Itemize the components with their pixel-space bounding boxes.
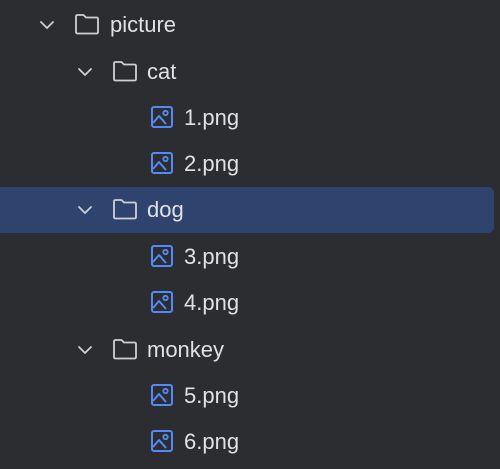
tree-item-file[interactable]: 1.png: [0, 95, 500, 141]
tree-item-label: cat: [147, 59, 177, 84]
project-tree: picture cat 1.png 2.png dog 3.png 4.png …: [0, 0, 500, 469]
tree-item-label: 2.png: [184, 151, 240, 176]
tree-item-label: 5.png: [184, 383, 240, 408]
image-file-icon: [151, 245, 173, 267]
tree-item-label: 4.png: [184, 290, 240, 315]
tree-item-file[interactable]: 6.png: [0, 419, 500, 465]
tree-item-label: 3.png: [184, 244, 240, 269]
chevron-down-icon[interactable]: [76, 201, 94, 219]
tree-item-dog[interactable]: dog: [0, 187, 500, 233]
image-file-icon: [151, 384, 173, 406]
selection-highlight: [0, 187, 494, 233]
folder-icon: [113, 339, 137, 360]
tree-item-file[interactable]: 4.png: [0, 280, 500, 326]
tree-item-label: picture: [110, 12, 177, 37]
tree-item-monkey[interactable]: monkey: [0, 327, 500, 373]
image-file-icon: [151, 106, 173, 128]
chevron-down-icon[interactable]: [76, 341, 94, 359]
tree-item-file[interactable]: 2.png: [0, 141, 500, 187]
folder-icon: [113, 61, 137, 82]
tree-item-cat[interactable]: cat: [0, 49, 500, 95]
tree-item-label: 1.png: [184, 105, 240, 130]
tree-item-file[interactable]: 3.png: [0, 234, 500, 280]
image-file-icon: [151, 291, 173, 313]
chevron-down-icon[interactable]: [76, 63, 94, 81]
tree-item-label: monkey: [147, 337, 225, 362]
tree-item-label: 6.png: [184, 429, 240, 454]
tree-item-file[interactable]: 5.png: [0, 373, 500, 419]
image-file-icon: [151, 430, 173, 452]
folder-icon: [75, 14, 99, 35]
image-file-icon: [151, 152, 173, 174]
folder-icon: [113, 199, 137, 220]
chevron-down-icon[interactable]: [38, 16, 56, 34]
tree-item-picture[interactable]: picture: [0, 2, 500, 48]
tree-item-label: dog: [147, 197, 184, 222]
